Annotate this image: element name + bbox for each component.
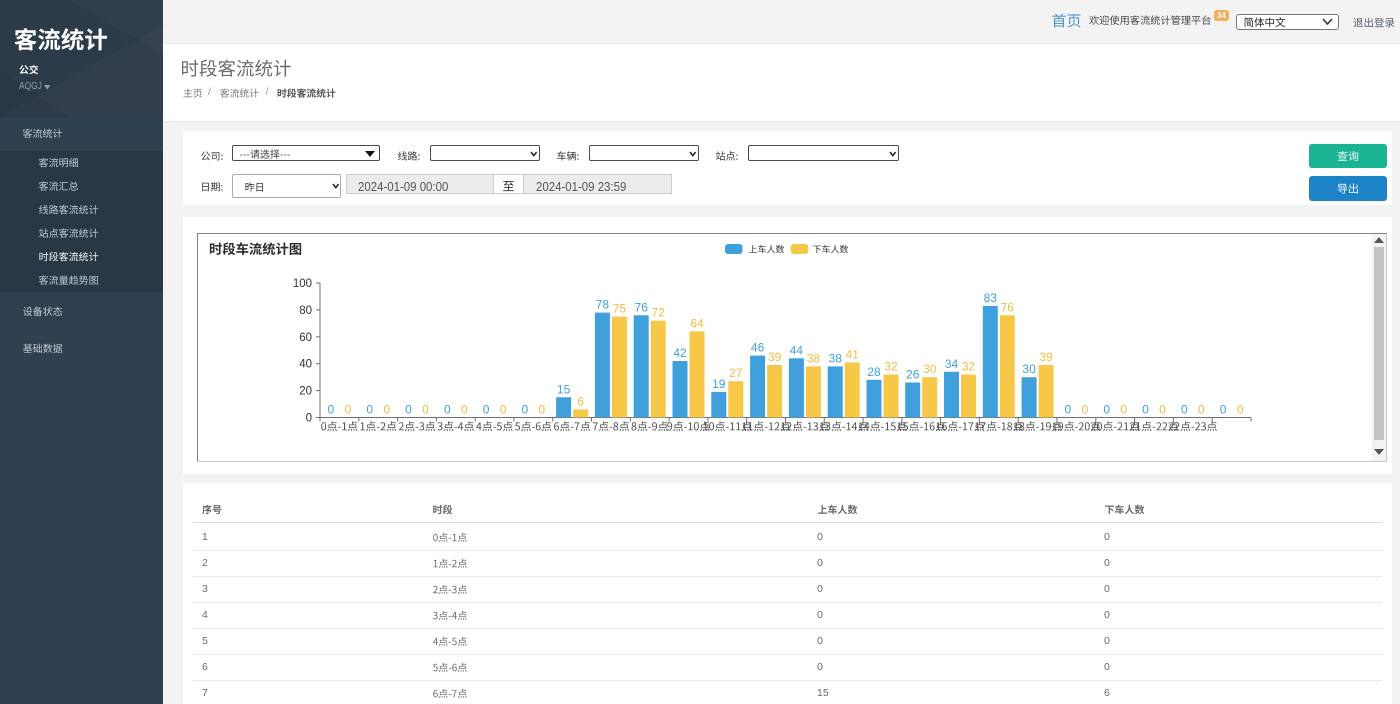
- svg-text:0: 0: [538, 403, 545, 417]
- svg-text:0: 0: [521, 403, 528, 417]
- svg-text:34: 34: [945, 357, 959, 371]
- svg-text:39: 39: [768, 350, 782, 364]
- svg-text:64: 64: [690, 316, 704, 330]
- svg-text:0: 0: [1142, 403, 1149, 417]
- svg-text:0: 0: [500, 403, 507, 417]
- svg-text:100: 100: [293, 278, 312, 290]
- svg-text:40: 40: [299, 359, 312, 371]
- svg-text:0: 0: [1120, 403, 1127, 417]
- svg-text:0: 0: [405, 403, 412, 417]
- svg-text:0: 0: [1082, 403, 1089, 417]
- svg-text:0: 0: [1237, 403, 1244, 417]
- svg-text:0: 0: [383, 403, 390, 417]
- svg-text:0: 0: [306, 413, 312, 425]
- svg-text:0: 0: [328, 403, 335, 417]
- svg-text:0: 0: [422, 403, 429, 417]
- svg-text:0: 0: [1065, 403, 1072, 417]
- svg-text:0: 0: [1103, 403, 1110, 417]
- svg-text:76: 76: [635, 300, 649, 314]
- svg-text:78: 78: [596, 298, 610, 312]
- svg-text:83: 83: [984, 291, 998, 305]
- svg-text:0: 0: [461, 403, 468, 417]
- svg-text:0: 0: [444, 403, 451, 417]
- svg-text:38: 38: [829, 351, 843, 365]
- svg-text:27: 27: [729, 366, 743, 380]
- svg-text:0: 0: [1181, 403, 1188, 417]
- svg-text:46: 46: [751, 341, 765, 355]
- svg-text:75: 75: [613, 302, 627, 316]
- svg-text:32: 32: [962, 360, 976, 374]
- svg-text:19: 19: [712, 377, 726, 391]
- svg-text:30: 30: [923, 362, 937, 376]
- svg-text:20: 20: [299, 386, 312, 398]
- svg-text:30: 30: [1022, 362, 1036, 376]
- svg-text:6: 6: [577, 394, 584, 408]
- svg-text:0: 0: [1198, 403, 1205, 417]
- svg-text:0: 0: [366, 403, 373, 417]
- svg-text:39: 39: [1039, 350, 1053, 364]
- svg-text:0: 0: [345, 403, 352, 417]
- svg-text:44: 44: [790, 343, 804, 357]
- svg-text:41: 41: [846, 347, 860, 361]
- svg-text:60: 60: [299, 332, 312, 344]
- svg-text:72: 72: [652, 306, 666, 320]
- svg-text:32: 32: [884, 360, 898, 374]
- svg-text:26: 26: [906, 368, 920, 382]
- svg-text:28: 28: [867, 365, 881, 379]
- svg-text:0: 0: [1159, 403, 1166, 417]
- svg-text:0: 0: [1220, 403, 1227, 417]
- svg-text:0: 0: [483, 403, 490, 417]
- svg-text:38: 38: [807, 351, 821, 365]
- svg-text:80: 80: [299, 305, 312, 317]
- svg-text:42: 42: [673, 346, 687, 360]
- svg-text:15: 15: [557, 382, 571, 396]
- svg-text:76: 76: [1001, 300, 1015, 314]
